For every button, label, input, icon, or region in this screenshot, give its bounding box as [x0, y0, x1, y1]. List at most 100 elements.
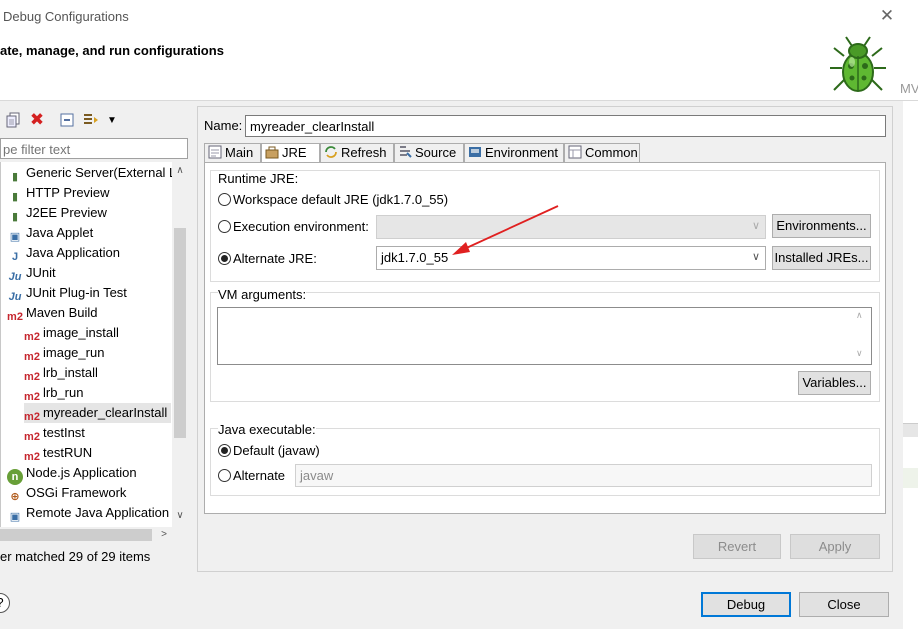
tree-item-label: Java Applet — [26, 225, 94, 240]
tree-item-label: Node.js Application — [26, 465, 137, 480]
tree-item-label: lrb_install — [43, 365, 98, 380]
configuration-tree: ▮ Generic Server(External L ▮ HTTP Preview ▮… — [0, 162, 188, 529]
workspace-default-label[interactable]: Workspace default JRE (jdk1.7.0_55) — [233, 192, 448, 207]
collapse-all-icon[interactable] — [58, 111, 76, 129]
tree-item[interactable]: m2 image_run — [24, 343, 108, 363]
filter-status: er matched 29 of 29 items — [0, 549, 151, 564]
tree-item[interactable]: m2 lrb_install — [24, 363, 102, 383]
view-menu-chevron-icon[interactable]: ▼ — [103, 111, 121, 129]
tree-item[interactable]: m2 testInst — [24, 423, 89, 443]
revert-button[interactable]: Revert — [693, 534, 781, 559]
chevron-down-icon: ∨ — [751, 220, 760, 232]
delete-config-icon[interactable]: ✖ — [28, 110, 46, 129]
source-tab-icon — [398, 145, 415, 160]
debug-bug-icon — [830, 36, 886, 92]
tree-item[interactable]: Ju JUnit — [7, 263, 60, 283]
runtime-jre-label: Runtime JRE: — [218, 171, 299, 186]
remote-java-icon: ▣ — [9, 511, 21, 523]
scroll-up-icon: ∧ — [856, 310, 863, 320]
jre-tab-icon — [265, 145, 282, 160]
alternate-exec-input[interactable]: javaw — [295, 464, 872, 487]
alternate-exec-radio[interactable] — [218, 469, 231, 482]
scroll-down-icon[interactable]: ∨ — [172, 510, 188, 524]
tree-item[interactable]: ⊕ OSGi Framework — [7, 483, 130, 503]
tree-item-label: Maven Build — [26, 305, 98, 320]
tree-item-label: HTTP Preview — [26, 185, 110, 200]
workspace-default-radio[interactable] — [218, 193, 231, 206]
tree-item-label: OSGi Framework — [26, 485, 127, 500]
environment-tab-icon — [468, 145, 485, 160]
tab-refresh[interactable]: Refresh — [320, 143, 394, 163]
tree-item-label: image_run — [43, 345, 105, 360]
alternate-exec-label[interactable]: Alternate — [233, 468, 285, 483]
apply-button[interactable]: Apply — [790, 534, 880, 559]
tree-item-label: Generic Server(External L — [26, 165, 177, 180]
default-javaw-radio[interactable] — [218, 444, 231, 457]
chevron-down-icon: ∨ — [751, 251, 760, 263]
alternate-jre-label[interactable]: Alternate JRE: — [233, 251, 317, 266]
tree-item[interactable]: m2 Maven Build — [7, 303, 102, 323]
scroll-up-icon[interactable]: ∧ — [172, 165, 188, 179]
tree-item-label: J2EE Preview — [26, 205, 107, 220]
tab-label: Source — [415, 145, 457, 160]
duplicate-config-icon[interactable] — [4, 111, 22, 129]
filter-input[interactable] — [0, 138, 188, 159]
name-label: Name: — [204, 118, 243, 133]
tree-item-label: testInst — [43, 425, 85, 440]
tab-common[interactable]: Common — [564, 143, 640, 163]
tree-item-label: image_install — [43, 325, 119, 340]
tree-item[interactable]: ▣ Java Applet — [7, 223, 97, 243]
tree-item-label: JUnit Plug-in Test — [26, 285, 127, 300]
banner-title: ate, manage, and run configurations — [0, 43, 224, 58]
name-input[interactable] — [245, 115, 886, 137]
scroll-right-icon[interactable]: > — [156, 527, 172, 543]
tree-item[interactable]: m2 lrb_run — [24, 383, 87, 403]
debug-button[interactable]: Debug — [701, 592, 791, 617]
execution-env-label[interactable]: Execution environment: — [233, 219, 369, 234]
tab-source[interactable]: Source — [394, 143, 464, 163]
variables-button[interactable]: Variables... — [798, 371, 871, 395]
configurations-toolbar: ✖ ▼ — [0, 106, 192, 134]
tree-item[interactable]: m2 image_install — [24, 323, 123, 343]
alternate-jre-select[interactable]: jdk1.7.0_55 ∨ — [376, 246, 766, 270]
filter-config-icon[interactable] — [82, 111, 100, 129]
tab-label: JRE — [282, 145, 307, 160]
tree-item-label: Remote Java Application — [26, 505, 170, 520]
tree-item-label: testRUN — [43, 445, 93, 460]
installed-jres-button[interactable]: Installed JREs... — [772, 246, 871, 270]
tree-item[interactable]: ▣ Remote Java Application — [7, 503, 173, 523]
tree-item[interactable]: m2 testRUN — [24, 443, 96, 463]
tree-hscroll-thumb[interactable] — [0, 529, 152, 541]
vm-arguments-label: VM arguments: — [218, 287, 307, 302]
vm-arguments-textarea[interactable] — [217, 307, 872, 365]
help-icon[interactable]: ? — [0, 593, 10, 613]
tree-item[interactable]: ▮ Generic Server(External L — [7, 163, 180, 183]
tab-main[interactable]: Main — [204, 143, 261, 163]
execution-env-select[interactable]: ∨ — [376, 215, 766, 239]
tree-scroll-thumb[interactable] — [174, 228, 186, 438]
environments-button[interactable]: Environments... — [772, 214, 871, 238]
background-window-mark — [903, 468, 918, 488]
execution-env-radio[interactable] — [218, 220, 231, 233]
tab-jre[interactable]: JRE — [261, 143, 320, 164]
header-banner: ate, manage, and run configurations MV — [0, 33, 918, 101]
alternate-jre-radio[interactable] — [218, 252, 231, 265]
tree-item[interactable]: n Node.js Application — [7, 463, 141, 485]
tree-item-label: lrb_run — [43, 385, 84, 400]
tree-item[interactable]: ▮ J2EE Preview — [7, 203, 111, 223]
tree-item[interactable]: Ju JUnit Plug-in Test — [7, 283, 131, 303]
refresh-tab-icon — [324, 145, 341, 160]
java-executable-label: Java executable: — [218, 422, 316, 437]
main-tab-icon — [208, 145, 225, 160]
close-button[interactable]: Close — [799, 592, 889, 617]
close-icon[interactable]: ✕ — [877, 6, 897, 26]
tree-item-label: myreader_clearInstall — [43, 405, 168, 420]
tree-item[interactable]: J Java Application — [7, 243, 124, 263]
tab-label: Environment — [485, 145, 558, 160]
tab-label: Refresh — [341, 145, 387, 160]
tree-item[interactable]: ▮ HTTP Preview — [7, 183, 114, 203]
tree-item[interactable]: m2 myreader_clearInstall — [24, 403, 172, 423]
default-javaw-label[interactable]: Default (javaw) — [233, 443, 320, 458]
tab-environment[interactable]: Environment — [464, 143, 564, 163]
background-window-edge — [903, 101, 918, 629]
